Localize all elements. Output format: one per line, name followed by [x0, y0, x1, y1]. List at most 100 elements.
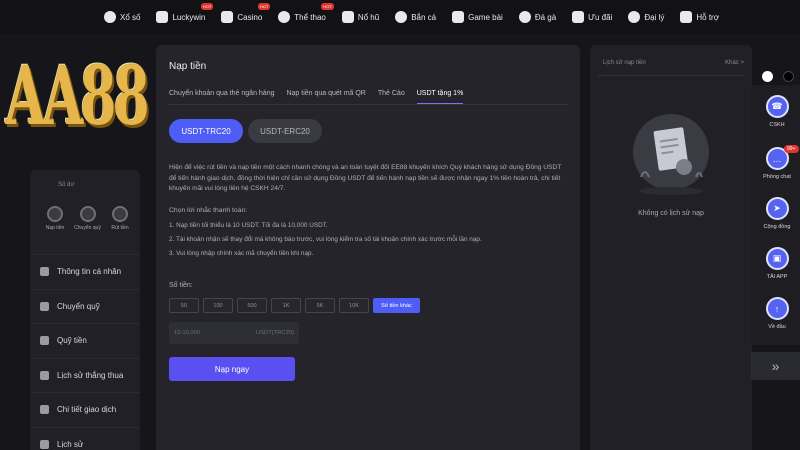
nav-label: Đại lý: [644, 12, 665, 22]
quick-transfer-button[interactable]: Chuyển quỹ: [73, 206, 103, 231]
nav-label: Xổ số: [120, 12, 141, 22]
rail-app-download-button[interactable]: ▣ TẢI APP: [756, 247, 798, 280]
telegram-icon: ➤: [765, 197, 789, 220]
guide-line: 2. Tài khoản nhận sẽ thay đổi mà không b…: [169, 236, 482, 243]
rail-chat-button[interactable]: … 99+ Phòng chat: [756, 145, 799, 180]
history-divider: [598, 75, 744, 76]
rail-label: CSKH: [769, 122, 785, 128]
headset-icon: ☎: [765, 95, 789, 118]
nav-item-casino[interactable]: Casino HOT: [221, 0, 271, 34]
nav-label: Game bài: [468, 12, 503, 22]
app-download-icon: ▣: [765, 247, 789, 270]
transactions-icon: [40, 405, 49, 415]
rail-label: Cộng đồng: [763, 224, 791, 230]
page-title: Nạp tiền: [169, 61, 207, 72]
menu-item-win-loss[interactable]: Lịch sử thắng thua: [30, 357, 140, 393]
nav-label: Bắn cá: [411, 12, 437, 22]
other-amount-button[interactable]: Số tiền khác: [373, 298, 420, 313]
back-to-top-icon: ↑: [765, 297, 789, 320]
nav-item-promotions[interactable]: Ưu đãi: [572, 0, 612, 34]
fund-icon: [40, 336, 49, 346]
menu-label: Chi tiết giao dịch: [57, 405, 117, 415]
menu-label: Chuyển quỹ: [57, 301, 100, 311]
floating-rail: ☎ CSKH … 99+ Phòng chat ➤ Cộng đồng ▣ TẢI…: [751, 85, 800, 345]
cards-icon: [452, 11, 465, 23]
withdraw-icon: [112, 206, 128, 222]
fish-icon: [395, 11, 408, 23]
rail-community-button[interactable]: ➤ Cộng đồng: [756, 197, 798, 230]
menu-item-fund[interactable]: Quỹ tiền: [30, 323, 140, 358]
menu-label: Quỹ tiền: [57, 336, 87, 346]
network-erc20-button[interactable]: USDT-ERC20: [248, 119, 322, 143]
balance-label: Số dư: [58, 182, 75, 188]
menu-item-transfer[interactable]: Chuyển quỹ: [30, 288, 140, 324]
quick-withdraw-button[interactable]: Rút tiền: [105, 206, 135, 231]
records-icon: [40, 439, 49, 449]
nav-label: Luckywin: [172, 12, 206, 22]
quick-actions: Nạp tiền Chuyển quỹ Rút tiền: [40, 206, 135, 231]
tab-bank-transfer[interactable]: Chuyển khoản qua thẻ ngân hàng: [169, 90, 274, 105]
chevron-double-right-icon: »: [771, 358, 780, 374]
guide-line: 1. Nạp tiền tối thiểu là 10 USDT. Tối đa…: [169, 222, 328, 229]
guide-title: Chọn lời nhắc thanh toán:: [169, 207, 248, 214]
chat-badge: 99+: [784, 145, 799, 153]
wallet-icon: [40, 301, 49, 311]
amount-chip[interactable]: 50: [169, 298, 199, 313]
nav-item-cockfight[interactable]: Đá gà: [518, 0, 556, 34]
deposit-submit-button[interactable]: Nạp ngay: [169, 357, 295, 381]
account-sidebar: Số dư Nạp tiền Chuyển quỹ Rút tiền Thông…: [30, 170, 140, 450]
tabs-divider: [169, 104, 567, 105]
quick-label: Rút tiền: [111, 225, 129, 231]
amount-chip[interactable]: 1K: [271, 298, 301, 313]
rail-cskh-button[interactable]: ☎ CSKH: [756, 95, 798, 128]
nav-item-fish[interactable]: Bắn cá: [395, 0, 436, 34]
menu-item-profile[interactable]: Thông tin cá nhân: [30, 254, 140, 289]
rail-label: Phòng chat: [763, 174, 791, 180]
brand-logo[interactable]: AA88: [5, 25, 149, 168]
deposit-icon: [47, 206, 63, 222]
account-menu: Thông tin cá nhân Chuyển quỹ Quỹ tiền Lị…: [30, 254, 140, 450]
menu-label: Thông tin cá nhân: [57, 267, 122, 277]
rail-expand-button[interactable]: »: [751, 352, 800, 380]
tab-usdt[interactable]: USDT tặng 1%: [416, 90, 464, 105]
nav-item-luckywin[interactable]: Luckywin HOT: [156, 0, 214, 34]
amount-chip[interactable]: 500: [237, 298, 267, 313]
menu-item-transactions[interactable]: Chi tiết giao dịch: [30, 392, 140, 427]
empty-history-text: Không có lịch sử nạp: [638, 210, 704, 217]
amount-chip[interactable]: 5K: [305, 298, 335, 313]
nav-label: Hỗ trợ: [696, 12, 719, 22]
nav-item-agent[interactable]: Đại lý: [628, 0, 664, 34]
tab-qr-code[interactable]: Nạp tiền qua quét mã QR: [286, 90, 365, 105]
menu-label: Lịch sử thắng thua: [57, 370, 124, 380]
hot-badge: HOT: [321, 3, 334, 10]
history-header: Lịch sử nạp tiền Khác >: [603, 60, 744, 66]
light-theme-dot[interactable]: [762, 71, 773, 82]
menu-item-records[interactable]: Lịch sử: [30, 426, 140, 450]
amount-chip[interactable]: 10K: [339, 298, 369, 313]
quick-deposit-button[interactable]: Nạp tiền: [40, 206, 70, 231]
luckywin-icon: [156, 11, 169, 23]
network-trc20-button[interactable]: USDT-TRC20: [169, 119, 243, 143]
user-icon: [40, 267, 49, 277]
quick-label: Nạp tiền: [45, 225, 65, 231]
guide-line: 3. Vui lòng nhập chính xác mã chuyển tiề…: [169, 250, 314, 257]
nav-item-support[interactable]: Hỗ trợ: [680, 0, 719, 34]
history-more-link[interactable]: Khác >: [725, 60, 744, 66]
nav-item-jackpot[interactable]: Nổ hũ: [341, 0, 379, 34]
nav-item-sports[interactable]: Thể thao HOT: [278, 0, 334, 34]
amount-chips: 50 100 500 1K 5K 10K Số tiền khác: [169, 298, 420, 313]
amount-chip[interactable]: 100: [203, 298, 233, 313]
history-icon: [40, 370, 49, 380]
tab-scratch-card[interactable]: Thẻ Cào: [378, 90, 405, 105]
dark-theme-dot[interactable]: [783, 71, 794, 82]
nav-item-cards[interactable]: Game bài: [452, 0, 503, 34]
theme-switcher: [762, 71, 794, 82]
quick-label: Chuyển quỹ: [74, 225, 101, 231]
history-title: Lịch sử nạp tiền: [603, 60, 646, 66]
chat-icon: … 99+: [765, 145, 799, 170]
gift-icon: [572, 11, 585, 23]
menu-label: Lịch sử: [57, 439, 84, 449]
amount-input[interactable]: 10-10,000 USDT(TRC20): [169, 322, 299, 344]
rail-back-to-top-button[interactable]: ↑ Về đầu: [756, 297, 798, 330]
amount-label: Số tiền:: [169, 282, 193, 289]
